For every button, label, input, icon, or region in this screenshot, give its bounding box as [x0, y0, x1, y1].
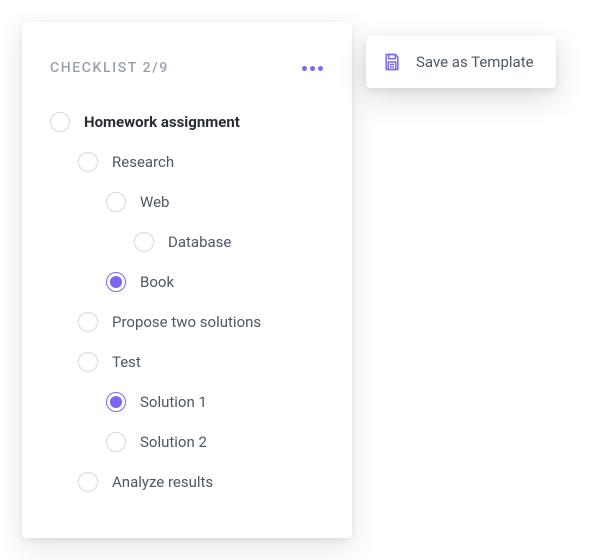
checklist-item: Solution 2	[50, 422, 324, 462]
checklist-item-label: Homework assignment	[84, 113, 240, 131]
checklist-item-label: Analyze results	[112, 473, 213, 491]
checklist-item-label: Solution 2	[140, 433, 207, 451]
checklist-item-label: Database	[168, 233, 231, 251]
checklist-checkbox[interactable]	[78, 472, 98, 492]
checklist-item: Homework assignment	[50, 102, 324, 142]
checklist-item: Research	[50, 142, 324, 182]
checklist-checkbox[interactable]	[106, 392, 126, 412]
checklist-item-label: Test	[112, 353, 141, 371]
checklist-checkbox[interactable]	[106, 192, 126, 212]
save-as-template-label: Save as Template	[416, 53, 534, 71]
checklist-item: Web	[50, 182, 324, 222]
checklist-item-label: Web	[140, 193, 169, 211]
checklist-item-label: Research	[112, 153, 174, 171]
checklist-checkbox[interactable]	[134, 232, 154, 252]
checklist-checkbox[interactable]	[78, 352, 98, 372]
checklist-card: CHECKLIST 2/9 Homework assignment Researc…	[22, 22, 352, 538]
checklist-item: Book	[50, 262, 324, 302]
checkbox-fill-icon	[110, 276, 122, 288]
checklist-title: CHECKLIST 2/9	[50, 60, 169, 76]
more-options-button[interactable]	[300, 56, 324, 80]
dots-icon	[302, 66, 307, 71]
checklist-checkbox[interactable]	[78, 312, 98, 332]
checkbox-fill-icon	[110, 396, 122, 408]
card-header: CHECKLIST 2/9	[50, 56, 324, 80]
save-icon	[382, 52, 402, 72]
checklist-checkbox[interactable]	[78, 152, 98, 172]
checklist-item: Database	[50, 222, 324, 262]
save-as-template-button[interactable]: Save as Template	[366, 36, 556, 88]
checklist-item: Test	[50, 342, 324, 382]
checklist-item: Analyze results	[50, 462, 324, 502]
checklist-checkbox[interactable]	[106, 432, 126, 452]
checklist-item: Propose two solutions	[50, 302, 324, 342]
checklist-item-label: Book	[140, 273, 174, 291]
checklist-item: Solution 1	[50, 382, 324, 422]
dots-icon	[310, 66, 315, 71]
stage: CHECKLIST 2/9 Homework assignment Researc…	[0, 0, 604, 560]
checklist-items: Homework assignment Research Web Database Bo…	[50, 102, 324, 502]
dots-icon	[318, 66, 323, 71]
checklist-item-label: Solution 1	[140, 393, 207, 411]
checklist-checkbox[interactable]	[106, 272, 126, 292]
checklist-item-label: Propose two solutions	[112, 313, 261, 331]
checklist-checkbox[interactable]	[50, 112, 70, 132]
